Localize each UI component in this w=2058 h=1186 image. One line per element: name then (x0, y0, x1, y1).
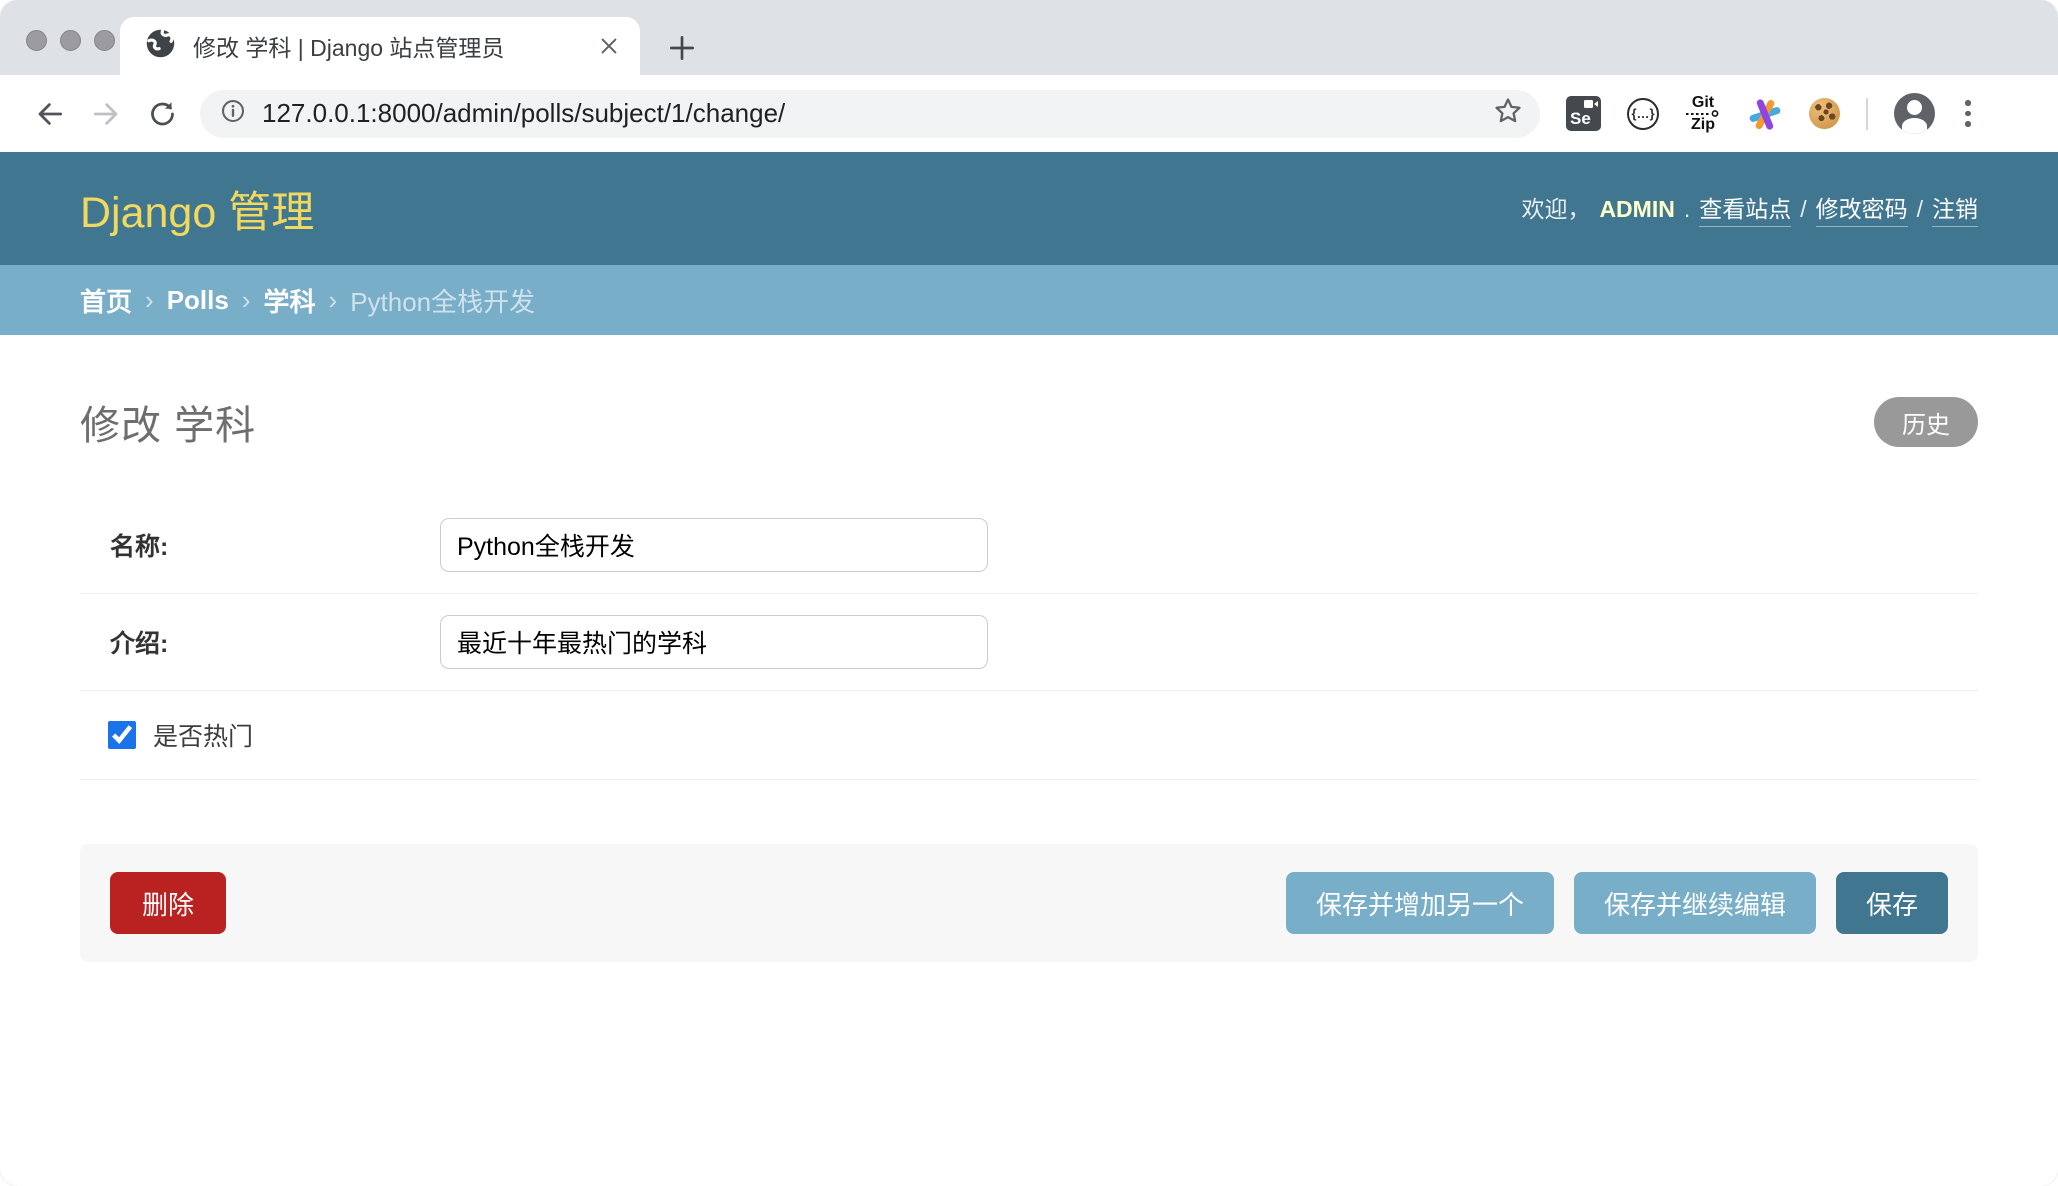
welcome-period: . (1684, 196, 1690, 223)
hot-checkbox-label: 是否热门 (153, 717, 253, 753)
browser-toolbar: 127.0.0.1:8000/admin/polls/subject/1/cha… (0, 75, 2058, 152)
site-info-icon[interactable] (220, 98, 246, 129)
tab-strip: 修改 学科 | Django 站点管理员 (0, 0, 2058, 75)
toolbar-separator (1866, 98, 1868, 130)
bookmark-star-icon[interactable] (1492, 95, 1524, 132)
traffic-light-maximize[interactable] (94, 30, 115, 51)
history-button[interactable]: 历史 (1874, 397, 1978, 447)
globe-favicon-icon (144, 27, 177, 65)
breadcrumb-separator: › (242, 285, 251, 316)
breadcrumb-separator: › (145, 285, 154, 316)
django-site-name[interactable]: Django 管理 (80, 178, 314, 240)
traffic-light-minimize[interactable] (60, 30, 81, 51)
breadcrumb-home-link[interactable]: 首页 (80, 282, 132, 319)
cookie-extension-icon[interactable] (1809, 98, 1840, 129)
welcome-text: 欢迎， (1521, 190, 1590, 224)
forward-button[interactable] (78, 86, 134, 142)
delete-button[interactable]: 删除 (110, 872, 226, 934)
intro-input[interactable] (440, 615, 988, 669)
profile-avatar-button[interactable] (1894, 93, 1935, 134)
tab-title: 修改 学科 | Django 站点管理员 (193, 29, 582, 63)
save-button[interactable]: 保存 (1836, 872, 1948, 934)
browser-menu-kebab-icon[interactable] (1961, 96, 1975, 131)
colorful-asterisk-extension-icon[interactable] (1747, 96, 1783, 132)
breadcrumb-current: Python全栈开发 (350, 282, 535, 319)
save-add-another-button[interactable]: 保存并增加另一个 (1286, 872, 1554, 934)
traffic-light-close[interactable] (26, 30, 47, 51)
selenium-extension-icon[interactable]: Se (1566, 96, 1601, 131)
reload-button[interactable] (134, 86, 190, 142)
username: ADMIN (1599, 196, 1674, 223)
breadcrumb-separator: › (329, 285, 338, 316)
url-text[interactable]: 127.0.0.1:8000/admin/polls/subject/1/cha… (262, 98, 1492, 129)
gitzip-extension-icon[interactable]: Git Zip (1685, 95, 1721, 132)
field-row-intro: 介绍: (80, 594, 1978, 691)
extensions-area: Se {…} Git Zip (1566, 93, 1975, 134)
name-field-label: 名称: (110, 527, 440, 563)
hot-checkbox[interactable] (108, 721, 136, 749)
submit-row: 删除 保存并增加另一个 保存并继续编辑 保存 (80, 844, 1978, 962)
intro-field-label: 介绍: (110, 624, 440, 660)
save-continue-editing-button[interactable]: 保存并继续编辑 (1574, 872, 1816, 934)
view-site-link[interactable]: 查看站点 (1699, 190, 1791, 227)
user-tools-separator: / (1800, 196, 1806, 223)
content-area: 修改 学科 历史 名称: 介绍: 是否热门 删除 保存并增加另一个 保存并继续编… (0, 393, 2058, 962)
browser-tab[interactable]: 修改 学科 | Django 站点管理员 (120, 17, 640, 75)
django-admin-header: Django 管理 欢迎， ADMIN . 查看站点 / 修改密码 / 注销 (0, 152, 2058, 265)
breadcrumb-app-link[interactable]: Polls (167, 285, 229, 316)
breadcrumb-model-link[interactable]: 学科 (264, 282, 316, 319)
omnibox[interactable]: 127.0.0.1:8000/admin/polls/subject/1/cha… (200, 90, 1540, 138)
page-title: 修改 学科 (80, 393, 256, 451)
name-input[interactable] (440, 518, 988, 572)
tab-close-icon[interactable] (598, 35, 620, 57)
browser-window: 修改 学科 | Django 站点管理员 (0, 0, 2058, 1186)
change-password-link[interactable]: 修改密码 (1816, 190, 1908, 227)
field-row-name: 名称: (80, 497, 1978, 594)
back-button[interactable] (22, 86, 78, 142)
traffic-lights (26, 30, 115, 51)
breadcrumb: 首页 › Polls › 学科 › Python全栈开发 (0, 265, 2058, 335)
json-viewer-extension-icon[interactable]: {…} (1627, 98, 1659, 130)
change-form: 名称: 介绍: 是否热门 (80, 497, 1978, 780)
user-tools-separator: / (1917, 196, 1923, 223)
new-tab-button[interactable] (662, 28, 702, 68)
field-row-hot: 是否热门 (80, 691, 1978, 780)
logout-link[interactable]: 注销 (1932, 190, 1978, 227)
user-tools: 欢迎， ADMIN . 查看站点 / 修改密码 / 注销 (1521, 190, 1978, 227)
